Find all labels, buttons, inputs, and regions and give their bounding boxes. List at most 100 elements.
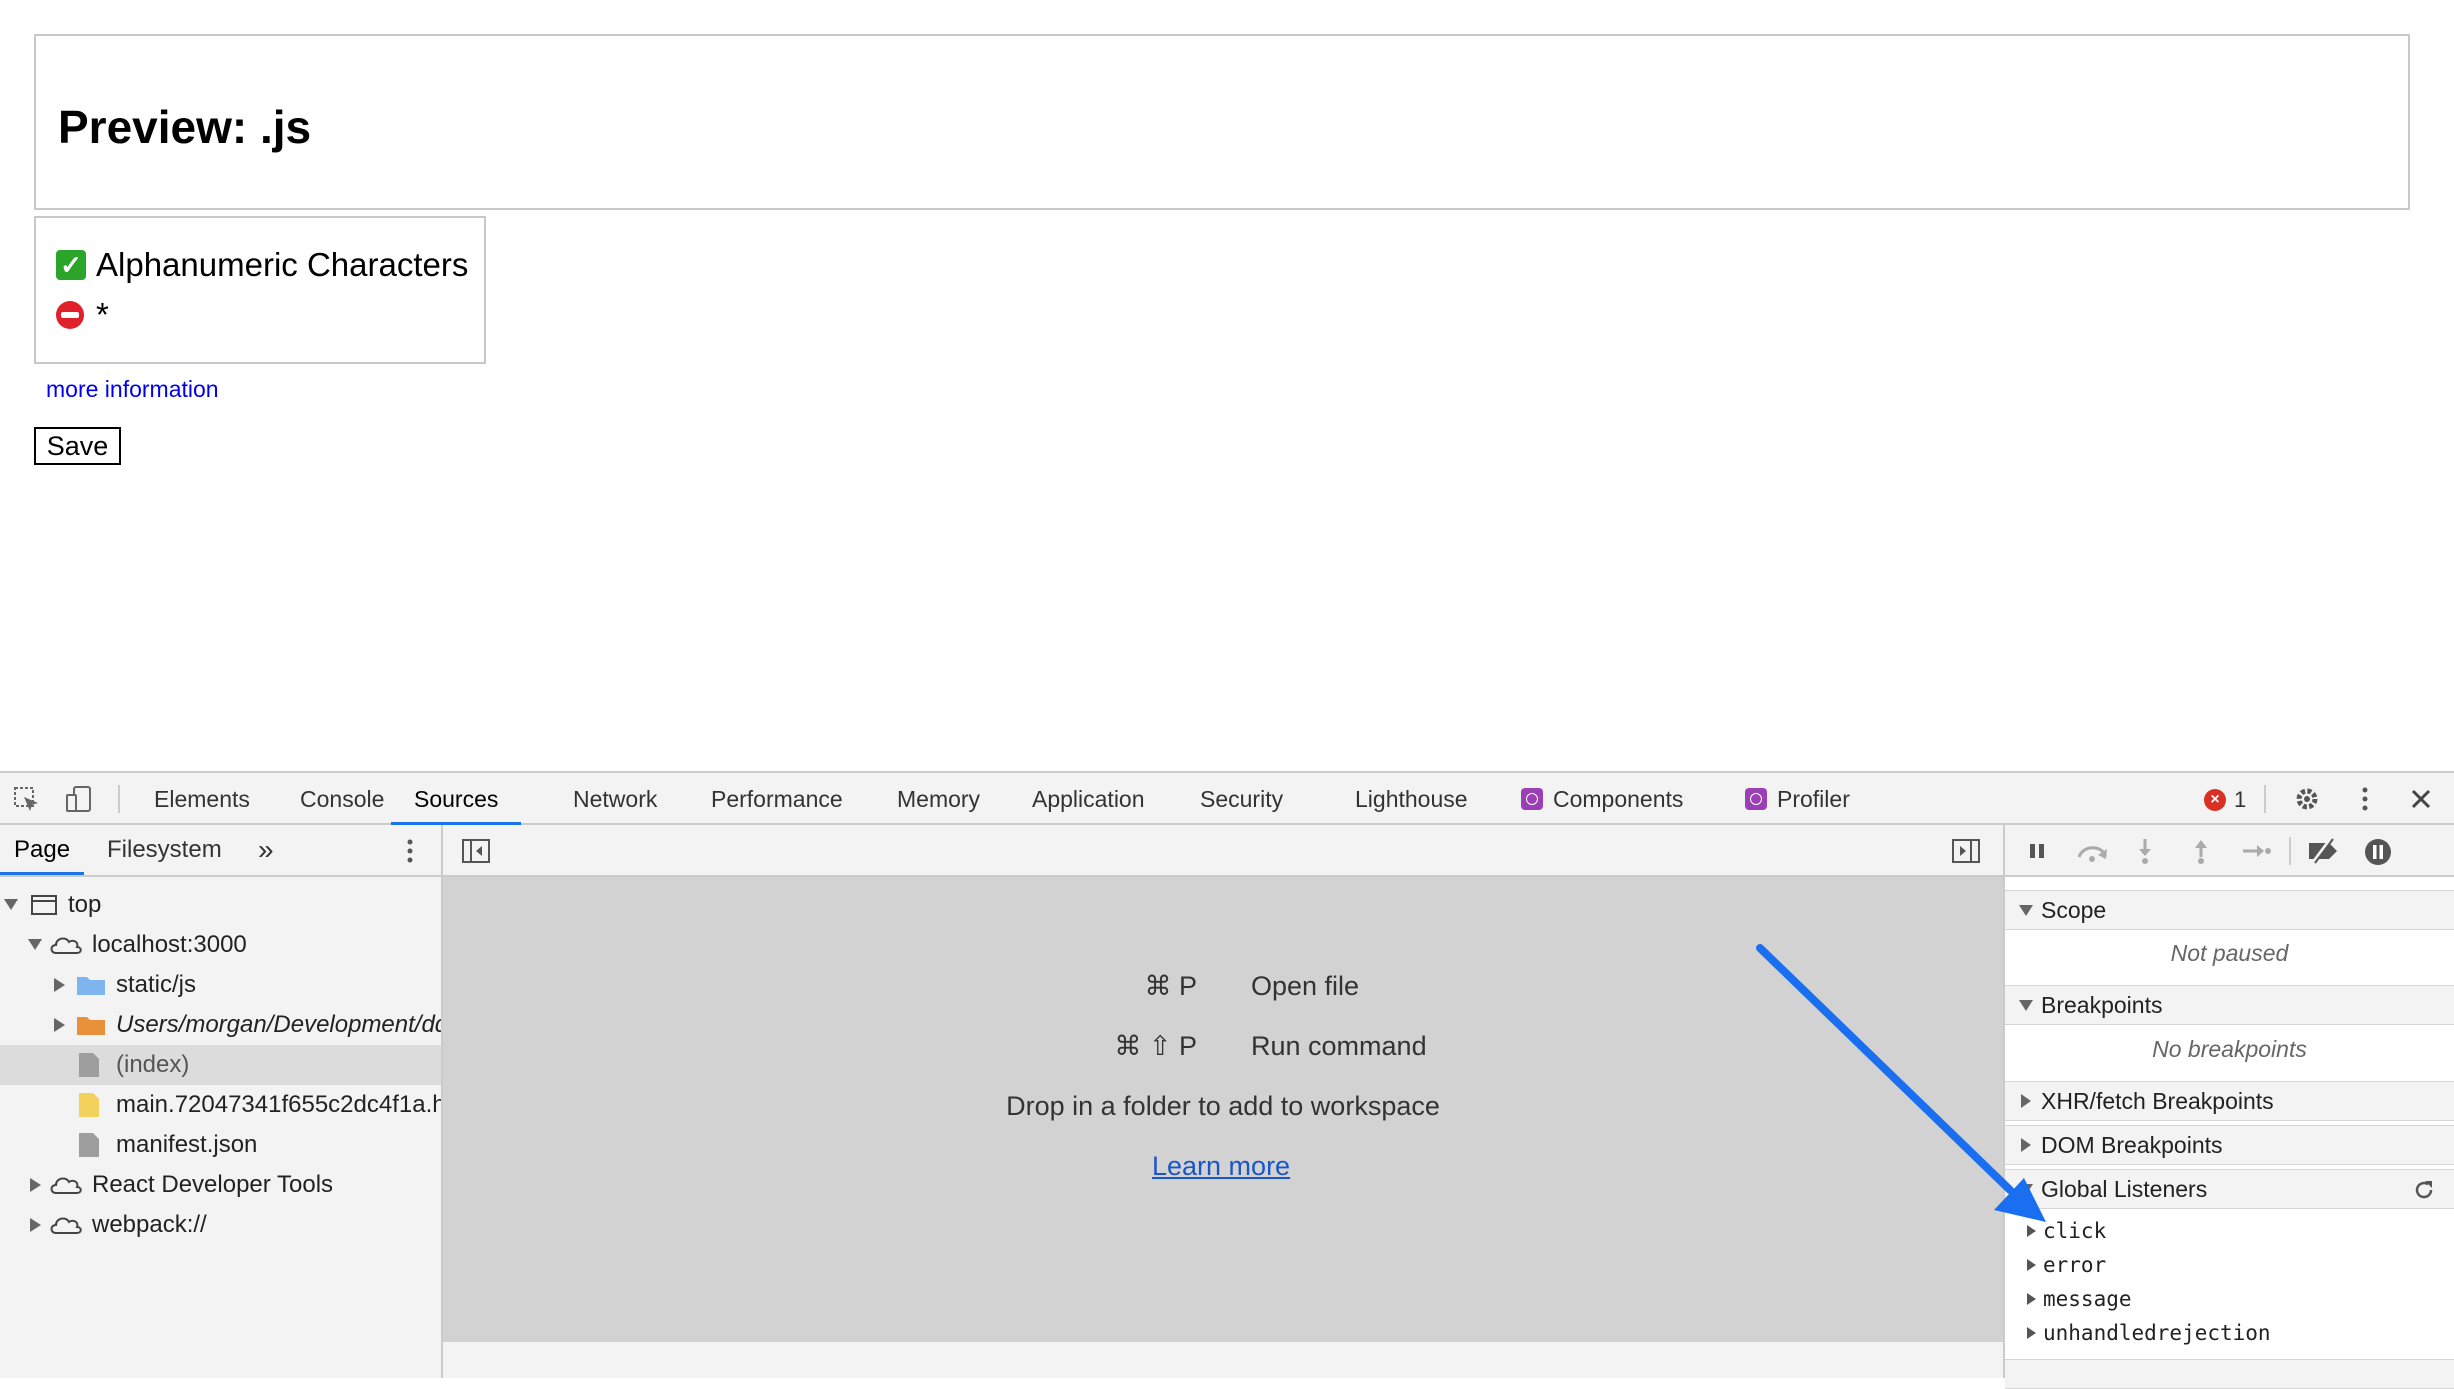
file-gray-icon bbox=[79, 1133, 99, 1157]
listener-item[interactable]: message bbox=[2005, 1282, 2454, 1316]
editor-status-bar bbox=[443, 1342, 2003, 1378]
collapse-arrow-icon bbox=[54, 1018, 65, 1032]
shortcut-action: Run command bbox=[1251, 1031, 1427, 1061]
validation-rules-box: ✓ Alphanumeric Characters * bbox=[34, 216, 486, 364]
rule-label: Alphanumeric Characters bbox=[96, 246, 469, 283]
tab-network[interactable]: Network bbox=[573, 773, 657, 823]
devtools-toolbar: Elements Console Sources Network Perform… bbox=[0, 773, 2454, 825]
react-icon bbox=[1521, 788, 1543, 810]
step-over-icon[interactable] bbox=[2075, 839, 2111, 863]
tab-sources[interactable]: Sources bbox=[391, 773, 522, 825]
deactivate-breakpoints-icon[interactable] bbox=[2305, 837, 2341, 865]
page-content: Preview: .js ✓ Alphanumeric Characters *… bbox=[0, 0, 2454, 771]
tree-item-main-js[interactable]: main.72047341f655c2dc4f1a.h bbox=[0, 1085, 441, 1125]
devtools-panel: Elements Console Sources Network Perform… bbox=[0, 771, 2454, 1389]
tab-lighthouse[interactable]: Lighthouse bbox=[1355, 773, 1468, 823]
event-listener-breakpoints-header[interactable] bbox=[2005, 1359, 2454, 1389]
toggle-debugger-icon[interactable] bbox=[1951, 837, 1981, 865]
preview-header-box: Preview: .js bbox=[34, 34, 2410, 210]
error-count-badge[interactable]: × 1 bbox=[2204, 787, 2246, 813]
device-toolbar-icon[interactable] bbox=[64, 785, 94, 813]
error-count: 1 bbox=[2234, 787, 2247, 812]
tab-console[interactable]: Console bbox=[300, 773, 384, 823]
page-title: Preview: .js bbox=[58, 101, 312, 153]
tree-item-label: manifest.json bbox=[116, 1131, 258, 1158]
tree-item-static-js[interactable]: static/js bbox=[0, 965, 441, 1005]
tab-profiler-label: Profiler bbox=[1777, 786, 1850, 812]
shortcut-open-file: ⌘ P Open file bbox=[443, 971, 2003, 1007]
listener-item[interactable]: unhandledrejection bbox=[2005, 1316, 2454, 1350]
navigator-tabs: Page Filesystem » bbox=[0, 825, 441, 877]
listener-item[interactable]: click bbox=[2005, 1214, 2454, 1248]
toolbar-divider bbox=[118, 785, 120, 813]
tab-security[interactable]: Security bbox=[1200, 773, 1283, 823]
tree-item-label: localhost:3000 bbox=[92, 931, 247, 958]
scope-empty-note: Not paused bbox=[2170, 940, 2289, 966]
cloud-icon bbox=[50, 937, 82, 954]
tab-memory[interactable]: Memory bbox=[897, 773, 980, 823]
toggle-navigator-icon[interactable] bbox=[461, 837, 491, 865]
collapse-arrow-icon bbox=[2027, 1259, 2036, 1271]
cloud-icon bbox=[50, 1217, 82, 1234]
save-button[interactable]: Save bbox=[34, 427, 121, 465]
breakpoints-section-header[interactable]: Breakpoints bbox=[2005, 985, 2454, 1025]
tree-item-label: Users/morgan/Development/dd bbox=[116, 1011, 441, 1038]
collapse-arrow-icon bbox=[54, 978, 65, 992]
expand-arrow-icon bbox=[28, 939, 42, 950]
tree-item-top[interactable]: top bbox=[0, 885, 441, 925]
rule-alphanumeric: ✓ Alphanumeric Characters bbox=[56, 246, 468, 284]
tab-components-label: Components bbox=[1553, 786, 1684, 812]
react-icon bbox=[1745, 788, 1767, 810]
tree-item-index[interactable]: (index) bbox=[0, 1045, 441, 1085]
section-title: XHR/fetch Breakpoints bbox=[2041, 1088, 2274, 1114]
scope-section-header[interactable]: Scope bbox=[2005, 890, 2454, 930]
pause-on-exceptions-icon[interactable] bbox=[2363, 837, 2393, 867]
debugger-sidebar: Scope Not paused Breakpoints No breakpoi… bbox=[2003, 825, 2454, 1389]
listener-item[interactable]: error bbox=[2005, 1248, 2454, 1282]
tab-elements[interactable]: Elements bbox=[154, 773, 250, 823]
xhr-breakpoints-header[interactable]: XHR/fetch Breakpoints bbox=[2005, 1081, 2454, 1121]
tree-item-localhost[interactable]: localhost:3000 bbox=[0, 925, 441, 965]
step-out-icon[interactable] bbox=[2189, 837, 2213, 865]
dom-breakpoints-header[interactable]: DOM Breakpoints bbox=[2005, 1125, 2454, 1165]
tab-filesystem[interactable]: Filesystem bbox=[107, 825, 222, 875]
tab-components[interactable]: Components bbox=[1521, 773, 1683, 823]
tab-profiler[interactable]: Profiler bbox=[1745, 773, 1850, 823]
refresh-icon[interactable] bbox=[2412, 1178, 2436, 1202]
tab-application[interactable]: Application bbox=[1032, 773, 1145, 823]
global-listeners-header[interactable]: Global Listeners bbox=[2005, 1169, 2454, 1209]
rule-asterisk: * bbox=[56, 296, 109, 334]
editor-toolbar bbox=[443, 825, 2003, 877]
tab-page[interactable]: Page bbox=[0, 825, 85, 875]
step-into-icon[interactable] bbox=[2133, 837, 2157, 865]
toolbar-divider bbox=[2264, 785, 2266, 813]
sources-navigator: Page Filesystem » top localhost:3000 sta… bbox=[0, 825, 443, 1378]
gear-icon[interactable] bbox=[2292, 785, 2322, 813]
more-information-link[interactable]: more information bbox=[46, 376, 219, 403]
toolbar-divider bbox=[2289, 837, 2291, 865]
drop-folder-hint: Drop in a folder to add to workspace bbox=[1006, 1091, 1440, 1121]
collapse-arrow-icon bbox=[2021, 1138, 2031, 1152]
folder-orange-icon bbox=[77, 1017, 105, 1035]
collapse-arrow-icon bbox=[30, 1178, 41, 1192]
more-options-icon[interactable] bbox=[2350, 785, 2380, 813]
learn-more-link[interactable]: Learn more bbox=[1152, 1151, 1290, 1182]
expand-arrow-icon bbox=[4, 899, 18, 910]
tree-item-webpack[interactable]: webpack:// bbox=[0, 1205, 441, 1245]
rule-label: * bbox=[96, 296, 109, 333]
navigator-menu-icon[interactable] bbox=[398, 837, 422, 865]
inspect-element-icon[interactable] bbox=[12, 785, 42, 813]
error-icon: × bbox=[2204, 789, 2226, 811]
more-tabs-icon[interactable]: » bbox=[258, 825, 274, 875]
tree-item-users-folder[interactable]: Users/morgan/Development/dd bbox=[0, 1005, 441, 1045]
debugger-controls bbox=[2005, 825, 2454, 877]
check-mark-icon: ✓ bbox=[56, 250, 86, 280]
tab-performance[interactable]: Performance bbox=[711, 773, 843, 823]
close-icon[interactable] bbox=[2406, 785, 2436, 813]
tree-item-react-devtools[interactable]: React Developer Tools bbox=[0, 1165, 441, 1205]
pause-icon[interactable] bbox=[2025, 839, 2049, 863]
shortcut-keys: ⌘ ⇧ P bbox=[1114, 1031, 1197, 1061]
step-icon[interactable] bbox=[2241, 839, 2271, 863]
tree-item-manifest[interactable]: manifest.json bbox=[0, 1125, 441, 1165]
section-title: Breakpoints bbox=[2041, 992, 2163, 1018]
